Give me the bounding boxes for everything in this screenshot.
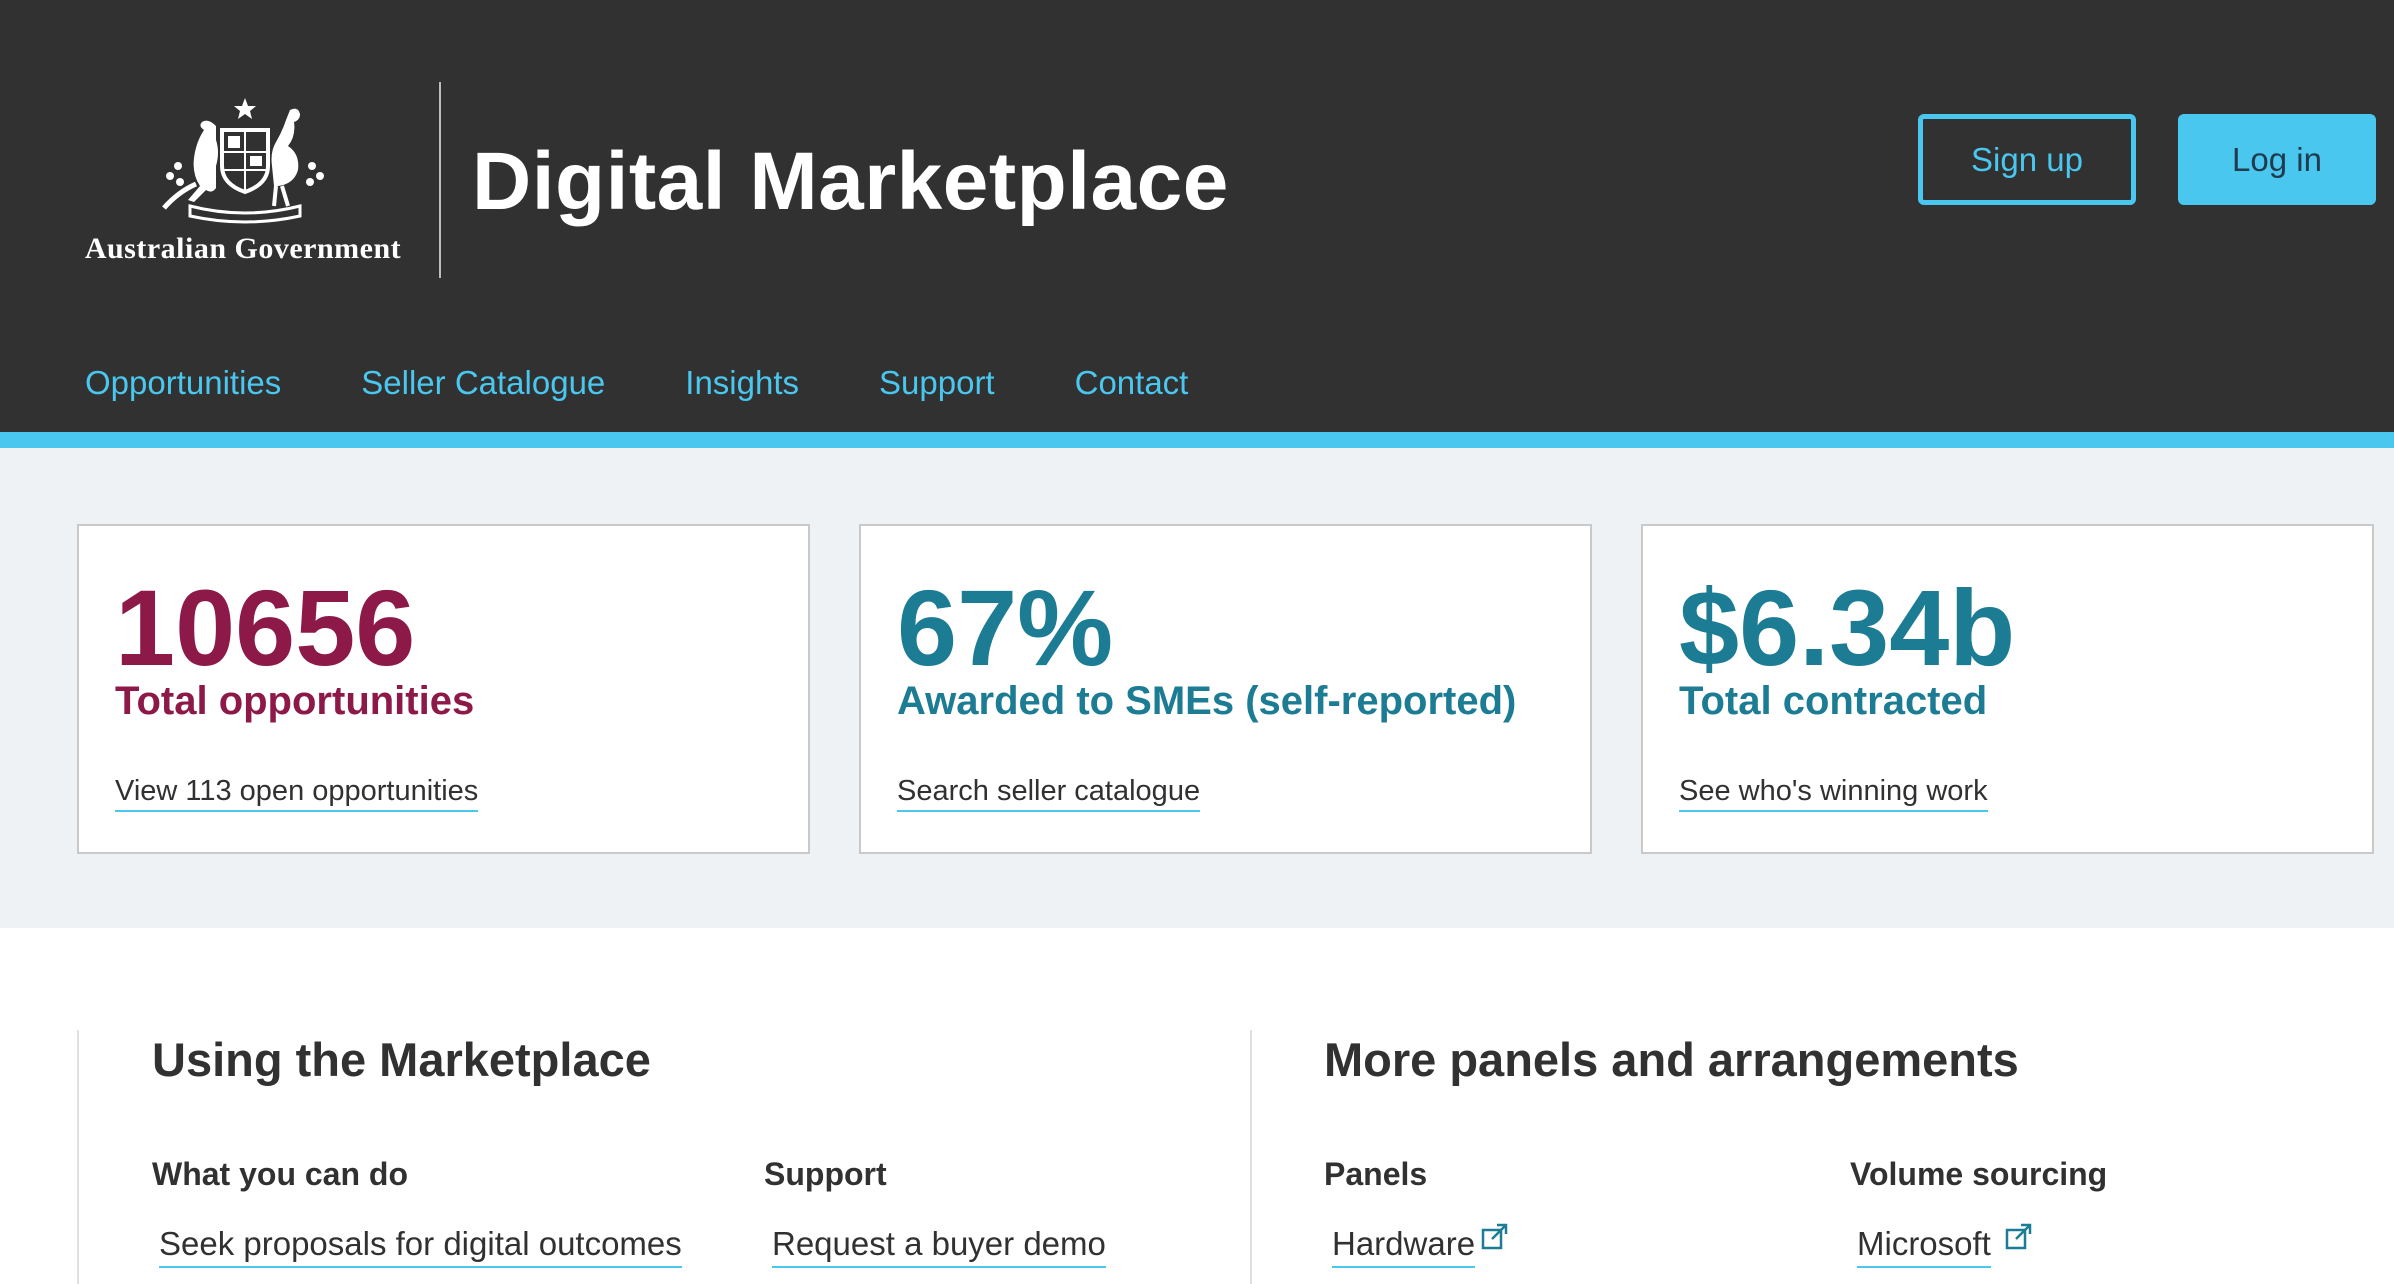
stat-label: Total contracted [1679,679,1988,723]
request-buyer-demo-link[interactable]: Request a buyer demo [772,1222,1106,1268]
view-open-opportunities-link[interactable]: View 113 open opportunities [115,772,479,812]
stat-card-opportunities: 10656 Total opportunities View 113 open … [77,524,810,854]
brand-divider [439,82,441,278]
nav-item-contact[interactable]: Contact [1075,358,1189,408]
seek-proposals-link[interactable]: Seek proposals for digital outcomes [159,1222,682,1268]
site-header: Australian Government Digital Marketplac… [0,0,2394,432]
column-divider [1250,1030,1252,1284]
stat-value: $6.34b [1679,567,2016,688]
what-you-can-do-heading: What you can do [152,1156,408,1192]
using-marketplace-heading: Using the Marketplace [152,1033,651,1086]
search-seller-catalogue-link[interactable]: Search seller catalogue [897,772,1201,812]
panels-heading: Panels [1324,1156,1428,1192]
external-link-icon [1481,1223,1508,1250]
stats-section: 10656 Total opportunities View 113 open … [0,448,2394,928]
government-name: Australian Government [84,232,402,265]
nav-item-opportunities[interactable]: Opportunities [85,358,281,408]
sign-up-button[interactable]: Sign up [1918,114,2136,205]
external-link-icon [2005,1223,2032,1250]
nav-item-seller-catalogue[interactable]: Seller Catalogue [361,358,605,408]
main-nav: Opportunities Seller Catalogue Insights … [85,358,1268,408]
see-winning-work-link[interactable]: See who's winning work [1679,772,1988,812]
stat-value: 67% [897,567,1114,688]
government-logo[interactable]: Australian Government [78,96,408,276]
header-accent-stripe [0,432,2394,448]
stat-value: 10656 [115,567,416,688]
column-divider [77,1030,79,1284]
stat-card-sme: 67% Awarded to SMEs (self-reported) Sear… [859,524,1592,854]
stat-card-contracted: $6.34b Total contracted See who's winnin… [1641,524,2374,854]
log-in-button[interactable]: Log in [2178,114,2376,205]
coat-of-arms-icon [162,98,324,224]
more-panels-heading: More panels and arrangements [1324,1033,2019,1086]
volume-sourcing-heading: Volume sourcing [1850,1156,2108,1192]
nav-item-support[interactable]: Support [879,358,995,408]
support-heading: Support [764,1156,887,1192]
microsoft-link[interactable]: Microsoft [1857,1222,1991,1268]
nav-item-insights[interactable]: Insights [685,358,799,408]
stat-label: Total opportunities [115,679,475,723]
site-title[interactable]: Digital Marketplace [472,132,1229,232]
hardware-link[interactable]: Hardware [1332,1222,1476,1268]
stat-label: Awarded to SMEs (self-reported) [897,679,1517,723]
